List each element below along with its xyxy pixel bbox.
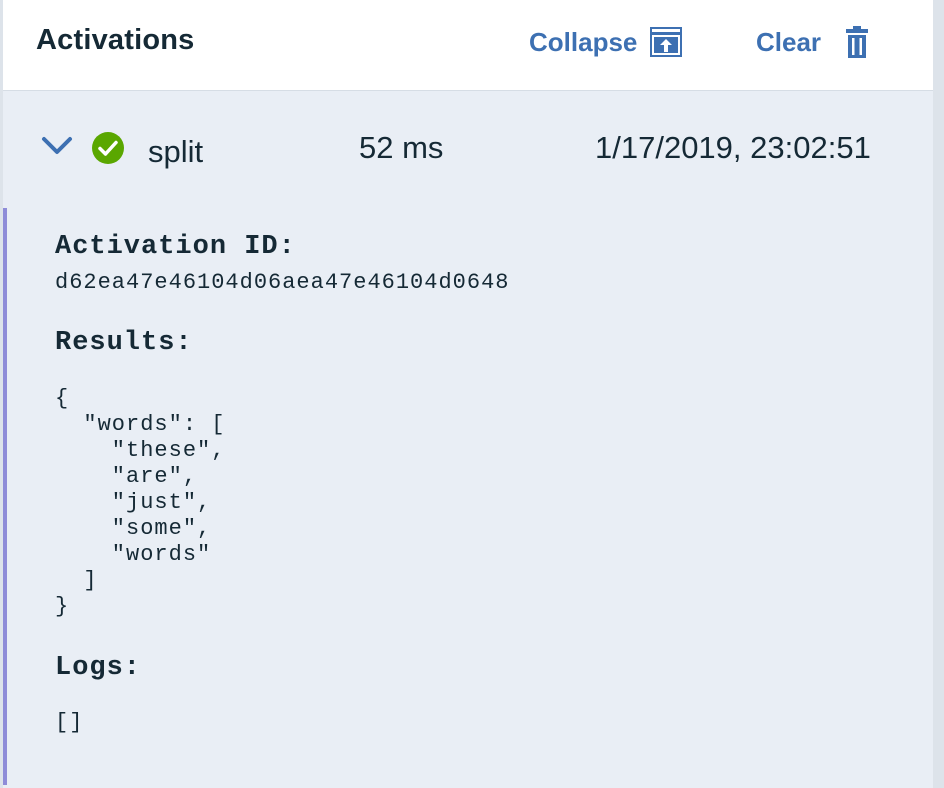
logs-label: Logs: — [55, 653, 142, 683]
checkmark-circle-icon — [91, 131, 125, 170]
chevron-down-icon[interactable] — [41, 135, 73, 162]
panel-header: Activations Collapse Clear — [3, 0, 933, 91]
clear-button-label: Clear — [756, 26, 822, 57]
collapse-button-label: Collapse — [529, 26, 638, 57]
activation-id-value: d62ea47e46104d06aea47e46104d0648 — [55, 270, 510, 295]
logs-value: [] — [55, 710, 84, 735]
activations-panel: Activations Collapse Clear split 52 ms 1… — [3, 0, 933, 788]
clear-button[interactable]: Clear — [756, 22, 869, 62]
results-label: Results: — [55, 328, 193, 358]
activation-details: Activation ID: d62ea47e46104d06aea47e461… — [3, 208, 933, 785]
collapse-button[interactable]: Collapse — [529, 22, 683, 62]
activation-name: split — [148, 134, 204, 169]
panel-title: Activations — [36, 24, 195, 56]
activation-duration: 52 ms — [359, 130, 444, 165]
activation-id-label: Activation ID: — [55, 232, 296, 262]
trash-icon — [845, 25, 869, 59]
results-value: { "words": [ "these", "are", "just", "so… — [55, 386, 226, 619]
activation-timestamp: 1/17/2019, 23:02:51 — [595, 130, 871, 165]
collapse-icon — [649, 26, 683, 58]
